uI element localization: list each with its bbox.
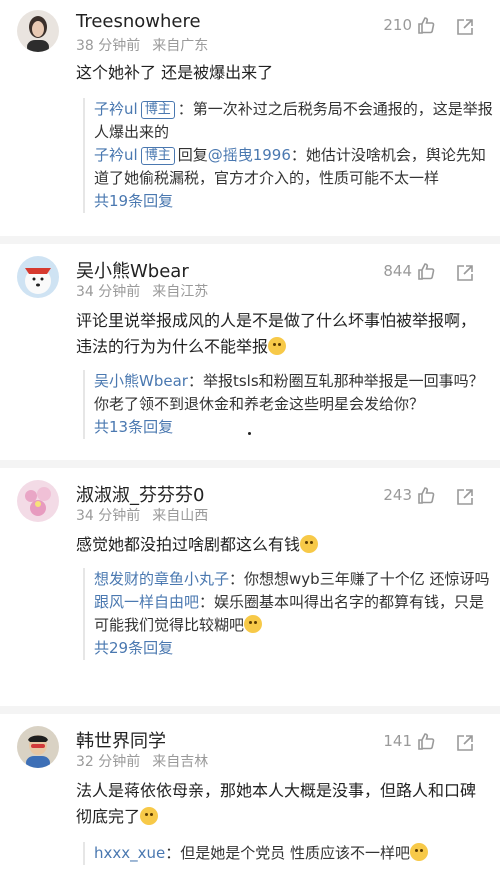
reply-text: 但是她是个党员 性质应该不一样吧 [180,844,411,862]
smiling-emoji-icon [140,807,159,825]
like-count: 844 [383,262,412,280]
like-button[interactable]: 210 [383,15,436,35]
more-replies-link[interactable]: 共19条回复 [94,190,494,213]
dot-mark [248,432,251,435]
reply-list: hxxx_xue：但是她是个党员 性质应该不一样吧 [83,842,494,865]
username[interactable]: 吴小熊Wbear [76,257,189,283]
divider [0,460,500,468]
reply-list: 想发财的章鱼小丸子：你想想wyb三年赚了十个亿 还惊讶吗 跟风一样自由吧：娱乐圈… [83,568,494,660]
username[interactable]: 淑淑淑_芬芬芬0 [76,481,204,507]
comment-meta: 34 分钟前 来自江苏 [76,281,208,301]
reply-prefix: 回复 [177,146,208,164]
share-icon [457,735,473,751]
share-icon [457,19,473,35]
reply-item[interactable]: 子衿ul 博主 ：第一次补过之后税务局不会通报的，这是举报人爆出来的 [94,98,494,144]
comment-card: Treesnowhere 38 分钟前 来自广东 210 这个她补了 还是被爆出来… [0,0,500,232]
share-button[interactable] [455,487,475,511]
comment-text-content: 感觉她都没拍过啥剧都这么有钱 [76,535,301,554]
location: 来自吉林 [152,754,209,770]
avatar[interactable] [17,726,59,768]
reply-item[interactable]: 想发财的章鱼小丸子：你想想wyb三年赚了十个亿 还惊讶吗 [94,568,494,591]
timestamp: 34 分钟前 [76,284,141,300]
reply-author[interactable]: 想发财的章鱼小丸子 [94,570,229,588]
reply-author[interactable]: 吴小熊Wbear [94,372,188,390]
reply-author[interactable]: hxxx_xue [94,844,165,862]
share-icon [457,489,473,505]
comment-meta: 32 分钟前 来自吉林 [76,751,208,771]
comment-card: 吴小熊Wbear 34 分钟前 来自江苏 844 评论里说举报成风的人是不是做了什… [0,246,500,458]
reply-author[interactable]: 跟风一样自由吧 [94,593,199,611]
like-count: 243 [383,486,412,504]
author-badge: 博主 [140,101,175,119]
comment-card: 淑淑淑_芬芬芬0 34 分钟前 来自山西 243 感觉她都没拍过啥剧都这么有钱 想… [0,470,500,702]
reply-separator: ： [199,593,215,611]
more-replies-link[interactable]: 共13条回复 [94,416,494,439]
mention-link[interactable]: @摇曳1996 [208,146,291,164]
reply-separator: ： [165,844,181,862]
reply-text: 你想想wyb三年赚了十个亿 还惊讶吗 [244,570,490,588]
reply-separator: ： [290,146,306,164]
share-button[interactable] [455,17,475,41]
thumbs-up-icon [418,17,435,34]
laughing-emoji-icon [244,615,263,633]
like-count: 141 [383,732,412,750]
avatar[interactable] [17,10,59,52]
thumbs-up-icon [418,263,435,280]
share-icon [457,265,473,281]
location: 来自山西 [152,508,209,524]
username[interactable]: 韩世界同学 [76,727,166,753]
reply-list: 子衿ul 博主 ：第一次补过之后税务局不会通报的，这是举报人爆出来的 子衿ul 博主回… [83,98,494,213]
comment-text: 这个她补了 还是被爆出来了 [76,63,274,82]
divider [0,236,500,244]
comment-text-content: 法人是蒋依依母亲，那她本人大概是没事，但路人和口碑彻底完了 [76,781,477,826]
avatar[interactable] [17,256,59,298]
laughing-emoji-icon [410,843,429,861]
reply-list: 吴小熊Wbear：举报tsls和粉圈互轧那种举报是一回事吗？你老了领不到退休金和… [83,370,494,439]
reply-separator: ： [187,372,203,390]
thinking-emoji-icon [268,337,287,355]
more-replies-link[interactable]: 共29条回复 [94,637,494,660]
comment-text: 感觉她都没拍过啥剧都这么有钱 [76,532,486,558]
thumbs-up-icon [418,733,435,750]
comment-text: 评论里说举报成风的人是不是做了什么坏事怕被举报啊，违法的行为为什么不能举报 [76,308,486,360]
like-button[interactable]: 141 [383,731,436,751]
like-button[interactable]: 243 [383,485,436,505]
username[interactable]: Treesnowhere [76,11,201,32]
comment-text: 法人是蒋依依母亲，那她本人大概是没事，但路人和口碑彻底完了 [76,778,486,830]
reply-item[interactable]: hxxx_xue：但是她是个党员 性质应该不一样吧 [94,842,494,865]
reply-author[interactable]: 子衿ul [94,146,138,164]
timestamp: 32 分钟前 [76,754,141,770]
reply-item[interactable]: 跟风一样自由吧：娱乐圈基本叫得出名字的都算有钱，只是可能我们觉得比较糊吧 [94,591,494,637]
comment-card: 韩世界同学 32 分钟前 来自吉林 141 法人是蒋依依母亲，那她本人大概是没事，… [0,716,500,873]
timestamp: 38 分钟前 [76,38,141,54]
divider [0,706,500,714]
thumbs-up-icon [418,487,435,504]
comment-meta: 38 分钟前 来自广东 [76,35,208,55]
share-button[interactable] [455,733,475,757]
author-badge: 博主 [140,147,175,165]
like-count: 210 [383,16,412,34]
reply-item[interactable]: 子衿ul 博主 回复@摇曳1996：她估计没啥机会，舆论先知道了她偷税漏税，官方才介… [94,144,494,190]
reply-separator: ： [177,100,193,118]
share-button[interactable] [455,263,475,287]
like-button[interactable]: 844 [383,261,436,281]
comment-meta: 34 分钟前 来自山西 [76,505,208,525]
avatar[interactable] [17,480,59,522]
location: 来自广东 [152,38,209,54]
reply-separator: ： [229,570,245,588]
timestamp: 34 分钟前 [76,508,141,524]
reply-item[interactable]: 吴小熊Wbear：举报tsls和粉圈互轧那种举报是一回事吗？你老了领不到退休金和… [94,370,494,416]
location: 来自江苏 [152,284,209,300]
laughing-emoji-icon [300,535,319,553]
reply-author[interactable]: 子衿ul [94,100,138,118]
